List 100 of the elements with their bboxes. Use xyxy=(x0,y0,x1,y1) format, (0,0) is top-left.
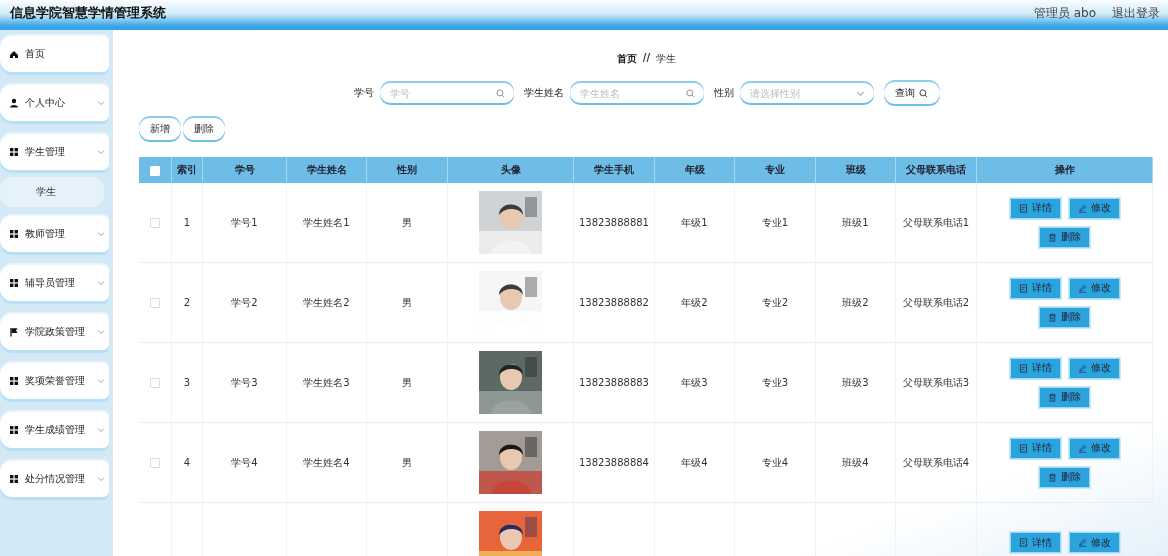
table-cell: 男 xyxy=(402,376,412,388)
field-label: 学生姓名 xyxy=(523,86,564,100)
user-label: 管理员 abo xyxy=(1033,4,1096,22)
sidebar-item[interactable]: 首页 xyxy=(0,36,109,72)
add-button[interactable]: 新增 xyxy=(139,118,181,140)
column-header: 操作 xyxy=(976,157,1153,183)
document-icon xyxy=(1018,283,1028,293)
column-header: 班级 xyxy=(815,157,896,183)
search-icon xyxy=(919,88,928,98)
search-field[interactable]: 学生姓名 xyxy=(569,83,704,103)
table-cell: 班级2 xyxy=(842,296,869,308)
table-cell: 父母联系电话2 xyxy=(902,296,970,308)
grid-icon xyxy=(9,278,19,288)
table-cell: 班级1 xyxy=(842,216,869,228)
field-label: 学号 xyxy=(353,86,374,100)
table-cell: 学号3 xyxy=(231,376,258,388)
table-cell: 年级3 xyxy=(681,376,708,388)
detail-button[interactable]: 详情 xyxy=(1009,277,1061,299)
sidebar-item[interactable]: 辅导员管理 xyxy=(0,265,109,301)
sidebar-item[interactable]: 学生管理 xyxy=(0,134,109,170)
table-cell: 学号4 xyxy=(231,456,258,468)
delete-button[interactable]: 删除 xyxy=(183,118,225,140)
user-icon xyxy=(9,98,19,108)
delete-button[interactable]: 删除 xyxy=(1039,306,1090,328)
document-icon xyxy=(1018,363,1028,373)
table-cell: 父母联系电话1 xyxy=(902,216,970,228)
sidebar-item[interactable]: 个人中心 xyxy=(0,85,109,121)
column-header: 年级 xyxy=(654,157,735,183)
column-header: 学生姓名 xyxy=(286,157,367,183)
table-cell: 1 xyxy=(183,217,191,228)
checkbox[interactable] xyxy=(150,298,160,308)
search-icon xyxy=(685,89,695,98)
breadcrumb-link[interactable]: 首页 xyxy=(616,52,637,66)
edit-button[interactable]: 修改 xyxy=(1068,532,1120,553)
document-icon xyxy=(1018,203,1028,213)
edit-button[interactable]: 修改 xyxy=(1068,277,1120,299)
table-cell: 班级3 xyxy=(842,376,869,388)
pen-icon xyxy=(1077,443,1087,453)
app-title: 信息学院智慧学情管理系统 xyxy=(10,4,167,22)
search-button[interactable]: 查询 xyxy=(883,82,940,104)
submenu-item[interactable]: 学生 xyxy=(0,177,104,207)
pen-icon xyxy=(1077,363,1087,373)
breadcrumb-current: 学生 xyxy=(656,52,677,66)
logout-link[interactable]: 退出登录 xyxy=(1112,4,1160,22)
sidebar-item[interactable]: 学院政策管理 xyxy=(0,314,109,350)
table-cell: 13823888884 xyxy=(579,457,649,468)
trash-icon xyxy=(1048,392,1057,402)
table-cell: 专业2 xyxy=(761,296,789,308)
table-cell: 年级2 xyxy=(681,296,708,308)
column-header: 学生手机 xyxy=(573,157,655,183)
breadcrumb-separator: // xyxy=(642,52,651,65)
table-cell: 学生姓名1 xyxy=(303,216,350,228)
table-cell: 学生姓名4 xyxy=(303,456,350,468)
delete-button[interactable]: 删除 xyxy=(1039,386,1090,408)
sidebar-item[interactable]: 奖项荣誉管理 xyxy=(0,363,109,399)
detail-button[interactable]: 详情 xyxy=(1009,437,1061,459)
detail-button[interactable]: 详情 xyxy=(1009,357,1061,379)
table-cell: 2 xyxy=(183,297,191,308)
home-icon xyxy=(9,49,19,59)
column-header: 学号 xyxy=(202,157,287,183)
grid-icon xyxy=(9,229,19,239)
table-cell: 学生姓名3 xyxy=(303,376,350,388)
document-icon xyxy=(1018,443,1028,453)
pen-icon xyxy=(1077,538,1087,547)
search-field[interactable]: 学号 xyxy=(379,83,514,103)
sidebar-item[interactable]: 学生成绩管理 xyxy=(0,412,109,448)
table-cell: 3 xyxy=(183,377,191,388)
table-cell: 学号2 xyxy=(231,296,258,308)
trash-icon xyxy=(1048,472,1057,482)
chevron-icon xyxy=(97,230,105,238)
chevron-icon xyxy=(97,377,105,385)
table-cell: 学生姓名2 xyxy=(303,296,350,308)
table-cell: 专业4 xyxy=(761,456,789,468)
checkbox[interactable] xyxy=(150,218,160,228)
sidebar-item[interactable]: 教师管理 xyxy=(0,216,109,252)
table-cell: 父母联系电话3 xyxy=(902,376,970,388)
table-cell: 专业3 xyxy=(761,376,789,388)
grid-icon xyxy=(9,425,19,435)
checkbox[interactable] xyxy=(150,458,160,468)
edit-button[interactable]: 修改 xyxy=(1068,357,1120,379)
column-header: 性别 xyxy=(366,157,448,183)
delete-button[interactable]: 删除 xyxy=(1039,226,1090,248)
detail-button[interactable]: 详情 xyxy=(1009,532,1061,553)
delete-button[interactable]: 删除 xyxy=(1039,466,1090,488)
table-cell: 男 xyxy=(402,216,412,228)
chevron-icon xyxy=(97,148,105,156)
sidebar-item[interactable]: 处分情况管理 xyxy=(0,461,109,497)
trash-icon xyxy=(1048,312,1057,322)
search-icon xyxy=(495,89,505,98)
pen-icon xyxy=(1077,283,1087,293)
table-cell: 13823888883 xyxy=(579,377,649,388)
field-label: 性别 xyxy=(713,86,734,100)
detail-button[interactable]: 详情 xyxy=(1009,197,1061,219)
trash-icon xyxy=(1048,232,1057,242)
table-cell: 学号1 xyxy=(231,216,258,228)
column-header: 索引 xyxy=(171,157,203,183)
checkbox[interactable] xyxy=(150,378,160,388)
edit-button[interactable]: 修改 xyxy=(1068,437,1120,459)
edit-button[interactable]: 修改 xyxy=(1068,197,1120,219)
column-header: 父母联系电话 xyxy=(895,157,977,183)
